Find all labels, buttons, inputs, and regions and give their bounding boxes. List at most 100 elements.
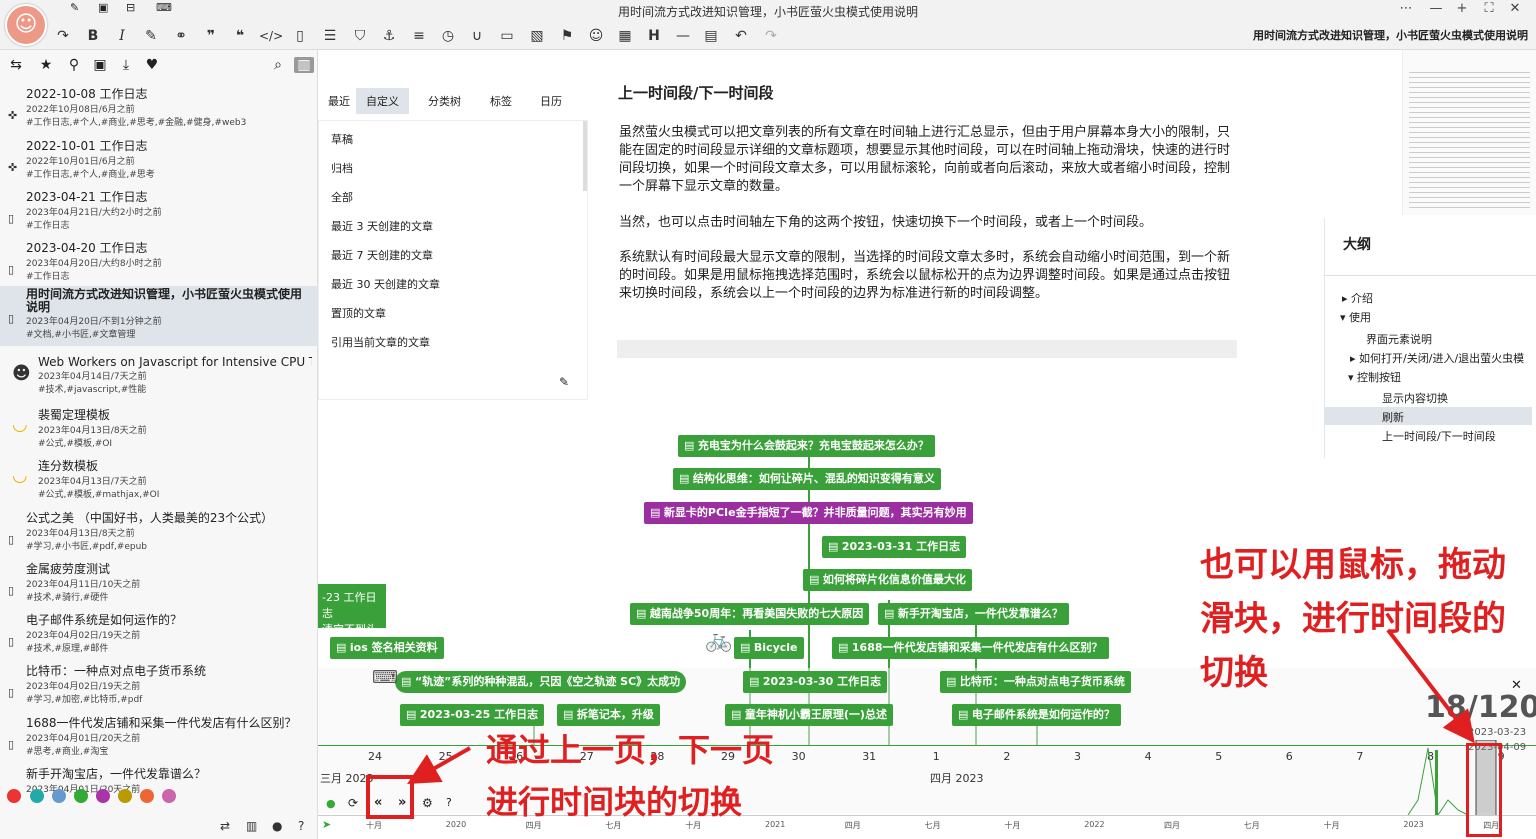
undo-icon[interactable]: ↶ [730, 27, 752, 45]
folder-icon[interactable]: ▣ [90, 57, 110, 73]
timeline-item[interactable]: Bicycle [734, 637, 804, 659]
close-timeline-icon[interactable]: ✕ [1511, 678, 1522, 693]
scrollbar[interactable] [583, 121, 587, 191]
timeline-item[interactable]: 童年神机小霸王原理(一)总述 [725, 704, 893, 726]
search-icon[interactable]: ⌕ [268, 57, 288, 73]
list-item[interactable]: ◡ 裴蜀定理模板 2023年04月13日/8天之前 #公式,#模板,#OI [0, 404, 318, 451]
color-dot[interactable] [162, 789, 176, 803]
color-dot[interactable] [52, 789, 66, 803]
bike-icon[interactable]: ⚲ [64, 57, 84, 73]
magnet-icon[interactable]: ∪ [466, 27, 488, 45]
doc-icon[interactable]: ▤ [700, 27, 722, 45]
outline-item[interactable]: ▸ 如何打开/关闭/进入/退出萤火虫模 [1350, 350, 1524, 366]
timeline-item[interactable]: -23 工作日志 清宫不到头 [318, 584, 386, 636]
link-icon[interactable]: ⚭ [170, 27, 192, 45]
bold-icon[interactable]: B [82, 27, 104, 45]
code-icon[interactable]: </> [259, 27, 283, 45]
filter-drafts[interactable]: 草稿 [331, 131, 353, 147]
filter-30days[interactable]: 最近 30 天创建的文章 [331, 276, 440, 292]
filter-all[interactable]: 全部 [331, 189, 353, 205]
list-item[interactable]: ▯ 2023-04-20 工作日志 2023年04月20日/大约8小时之前 #工作日志 [0, 237, 318, 284]
list-item[interactable]: ▯ 比特币：一种点对点电子货币系统 2023年04月02日/19天之前 #学习,#加密… [0, 660, 318, 707]
close-window-icon[interactable]: ✕ [1504, 1, 1526, 16]
list-icon[interactable]: ☰ [319, 27, 341, 45]
filter-referencing[interactable]: 引用当前文章的文章 [331, 334, 430, 350]
timeline-item[interactable]: 如何将碎片化信息价值最大化 [803, 569, 972, 591]
blockquote-icon[interactable]: ❝ [229, 27, 251, 45]
list-item[interactable]: ▯ 金属疲劳度测试 2023年04月11日/10天之前 #技术,#骑行,#硬件 [0, 558, 318, 605]
keyboard-icon[interactable]: ⌨ [156, 1, 172, 14]
drive-icon[interactable]: ⊟ [126, 1, 135, 14]
color-dot[interactable] [30, 789, 44, 803]
filter-archive[interactable]: 归档 [331, 160, 353, 176]
heading-icon[interactable]: H [643, 27, 665, 45]
anchor-icon[interactable]: ⚓ [378, 27, 400, 45]
timeline-item[interactable]: 拆笔记本，升级 [557, 704, 660, 726]
timeline-item[interactable]: 2023-03-25 工作日志 [400, 704, 545, 726]
timeline-item[interactable]: 电子邮件系统是如何运作的？ [952, 704, 1121, 726]
avatar[interactable]: ☺ [5, 4, 47, 46]
timeline-item[interactable]: “轨迹”系列的种种混乱，只因《空之轨迹 SC》太成功 [395, 671, 687, 693]
fullscreen-icon[interactable]: ⛶ [1478, 1, 1500, 16]
share-icon[interactable]: ↷ [52, 27, 74, 45]
outline-item[interactable]: 显示内容切换 [1382, 390, 1448, 406]
chart-icon[interactable]: ▥ [246, 819, 257, 833]
outline-item[interactable]: ▾ 使用 [1340, 309, 1371, 325]
timeline-item[interactable]: 1688一件代发店铺和采集一件代发店有什么区别？ [832, 637, 1109, 659]
filter-pinned[interactable]: 置顶的文章 [331, 305, 386, 321]
tab-calendar[interactable]: 日历 [530, 88, 572, 114]
image-icon[interactable]: ▭ [496, 27, 518, 45]
brush-icon[interactable]: ✎ [140, 27, 162, 45]
outline-item[interactable]: 界面元素说明 [1366, 331, 1432, 347]
filter-toggle-icon[interactable]: ▥ [294, 57, 314, 73]
list-item[interactable]: ✜ 2022-10-08 工作日志 2022年10月08日/6月之前 #工作日志,#个… [0, 83, 318, 130]
table-icon[interactable]: ▦ [614, 27, 636, 45]
swap-icon[interactable]: ⇄ [220, 819, 230, 833]
list-item[interactable]: ☻ Web Workers on Javascript for Intensive… [0, 353, 318, 397]
list-item-selected[interactable]: ▯ 用时间流方式改进知识管理，小书匠萤火虫模式使用说明 2023年04月20日/不到… [0, 286, 318, 346]
color-dot[interactable] [118, 789, 132, 803]
like-icon[interactable]: ♥ [142, 57, 162, 73]
timeline-item[interactable]: 充电宝为什么会鼓起来？充电宝鼓起来怎么办？ [678, 435, 935, 457]
outline-item-active[interactable]: 刷新 [1324, 407, 1532, 425]
menu-icon[interactable]: ≡ [408, 27, 430, 45]
flag-icon[interactable]: ⚑ [556, 27, 578, 45]
edit-icon[interactable]: ✎ [70, 1, 79, 14]
list-item[interactable]: ▯ 1688一件代发店铺和采集一件代发店有什么区别？ 2023年04月01日/20天… [0, 712, 318, 759]
minimize-icon[interactable]: — [1425, 1, 1447, 16]
color-dot[interactable] [74, 789, 88, 803]
timeline-item[interactable]: 2023-03-30 工作日志 [743, 671, 888, 693]
tab-category-tree[interactable]: 分类树 [418, 88, 471, 114]
minimap[interactable] [1402, 50, 1536, 215]
redo-icon[interactable]: ↷ [760, 27, 782, 45]
help-icon[interactable]: ? [298, 819, 304, 833]
image-edit-icon[interactable]: ▧ [526, 27, 548, 45]
list-item[interactable]: ▯ 公式之美 （中国好书，人类最美的23个公式） 2023年04月13日/8天之前 #… [0, 507, 318, 554]
outline-item[interactable]: 上一时间段/下一时间段 [1382, 428, 1496, 444]
clock-icon[interactable]: ◷ [437, 27, 459, 45]
list-item[interactable]: ▯ 2023-04-21 工作日志 2023年04月21日/大约2小时之前 #工作日志 [0, 186, 318, 233]
timeline-item[interactable]: 结构化思维：如何让碎片、混乱的知识变得有意义 [673, 468, 941, 490]
maximize-icon[interactable]: + [1451, 1, 1473, 16]
outline-item[interactable]: ▾ 控制按钮 [1348, 369, 1401, 385]
outline-item[interactable]: ▸ 介绍 [1342, 290, 1373, 306]
timeline-item[interactable]: 新手开淘宝店，一件代发靠谱么？ [878, 603, 1069, 625]
save-icon[interactable]: ▣ [98, 1, 108, 14]
color-dot[interactable] [96, 789, 110, 803]
list-item[interactable]: 新手开淘宝店，一件代发靠谱么？2023年04月01日/20天之前 [0, 763, 318, 797]
quote-icon[interactable]: ❞ [200, 27, 222, 45]
list-item[interactable]: ✜ 2022-10-01 工作日志 2022年10月01日/6月之前 #工作日志,#个… [0, 135, 318, 182]
tab-recent[interactable]: 最近 [318, 88, 360, 114]
drop-icon[interactable]: ● [272, 819, 282, 833]
timeline-item[interactable]: 比特币：一种点对点电子货币系统 [940, 671, 1131, 693]
edit-filter-icon[interactable]: ✎ [559, 375, 569, 389]
list-item[interactable]: ▯ 电子邮件系统是如何运作的？ 2023年04月02日/19天之前 #技术,#原理,#… [0, 609, 318, 656]
file-icon[interactable]: ▯ [289, 27, 311, 45]
timeline-item[interactable]: 越南战争50周年：再看美国失败的七大原因 [630, 603, 870, 625]
italic-icon[interactable]: I [111, 27, 133, 45]
timeline-item[interactable]: ios 签名相关资料 [330, 637, 444, 659]
star-icon[interactable]: ★ [36, 57, 56, 73]
color-dot[interactable] [7, 789, 21, 803]
filter-3days[interactable]: 最近 3 天创建的文章 [331, 218, 433, 234]
tab-custom[interactable]: 自定义 [356, 88, 409, 114]
